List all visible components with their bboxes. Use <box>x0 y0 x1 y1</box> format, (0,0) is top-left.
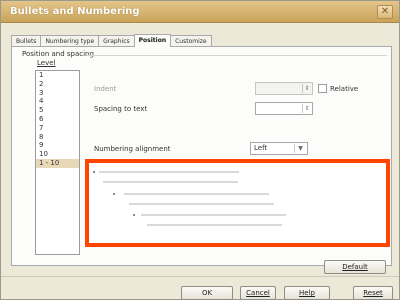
preview-line <box>124 193 269 195</box>
reset-button[interactable]: Reset <box>353 286 393 300</box>
level-item-3[interactable]: 3 <box>36 89 79 98</box>
close-icon: ✕ <box>380 6 390 17</box>
level-item-6[interactable]: 6 <box>36 115 79 124</box>
preview-line <box>129 203 274 205</box>
chevron-down-icon[interactable]: ▼ <box>294 144 306 153</box>
ok-button[interactable]: OK <box>181 286 233 300</box>
spin-arrows-icon[interactable]: ⇕ <box>302 104 311 113</box>
level-item-7[interactable]: 7 <box>36 124 79 133</box>
footer-divider <box>1 276 399 277</box>
level-item-4[interactable]: 4 <box>36 97 79 106</box>
dialog-title: Bullets and Numbering <box>10 6 140 17</box>
default-button[interactable]: Default <box>324 260 386 274</box>
relative-checkbox[interactable] <box>318 84 327 93</box>
preview-line <box>141 214 286 216</box>
level-listbox[interactable]: 1 2 3 4 5 6 7 8 9 10 1 - 10 <box>35 70 80 255</box>
close-button[interactable]: ✕ <box>377 5 393 19</box>
preview-bullet <box>133 214 135 216</box>
indent-label: Indent <box>94 85 117 93</box>
preview-bullet <box>93 171 95 173</box>
spacing-to-text-spinner[interactable]: ⇕ <box>255 102 313 115</box>
default-button-label: Default <box>342 263 368 271</box>
relative-label: Relative <box>330 85 359 93</box>
help-button-label: Help <box>299 289 315 297</box>
preview-line <box>147 224 282 226</box>
numbering-alignment-select[interactable]: Left ▼ <box>250 142 308 155</box>
indent-spinner: ⇕ <box>255 82 313 95</box>
level-item-9[interactable]: 9 <box>36 141 79 150</box>
level-item-all[interactable]: 1 - 10 <box>36 158 79 168</box>
ok-button-label: OK <box>201 289 213 297</box>
section-divider <box>87 55 387 56</box>
tab-position[interactable]: Position <box>133 34 172 47</box>
cancel-button-label: Cancel <box>246 289 270 297</box>
reset-button-label: Reset <box>363 289 383 297</box>
title-bar[interactable]: Bullets and Numbering ✕ <box>1 1 399 23</box>
position-panel: Position and spacing Level 1 2 3 4 5 6 7… <box>11 46 392 266</box>
help-button[interactable]: Help <box>284 286 330 300</box>
spacing-to-text-label: Spacing to text <box>94 105 148 113</box>
preview-line <box>103 181 238 183</box>
spin-arrows-icon: ⇕ <box>302 84 311 93</box>
preview-area <box>85 159 390 247</box>
level-item-5[interactable]: 5 <box>36 106 79 115</box>
level-item-8[interactable]: 8 <box>36 133 79 142</box>
section-title: Position and spacing <box>22 50 94 58</box>
level-item-1[interactable]: 1 <box>36 71 79 80</box>
level-label: Level <box>37 59 56 67</box>
alignment-value: Left <box>254 144 268 152</box>
preview-bullet <box>113 193 115 195</box>
bullets-numbering-dialog: Bullets and Numbering ✕ Bullets Numberin… <box>0 0 400 300</box>
level-item-2[interactable]: 2 <box>36 80 79 89</box>
numbering-alignment-label: Numbering alignment <box>94 145 171 153</box>
cancel-button[interactable]: Cancel <box>240 286 276 300</box>
preview-line <box>99 171 239 173</box>
level-item-10[interactable]: 10 <box>36 150 79 159</box>
